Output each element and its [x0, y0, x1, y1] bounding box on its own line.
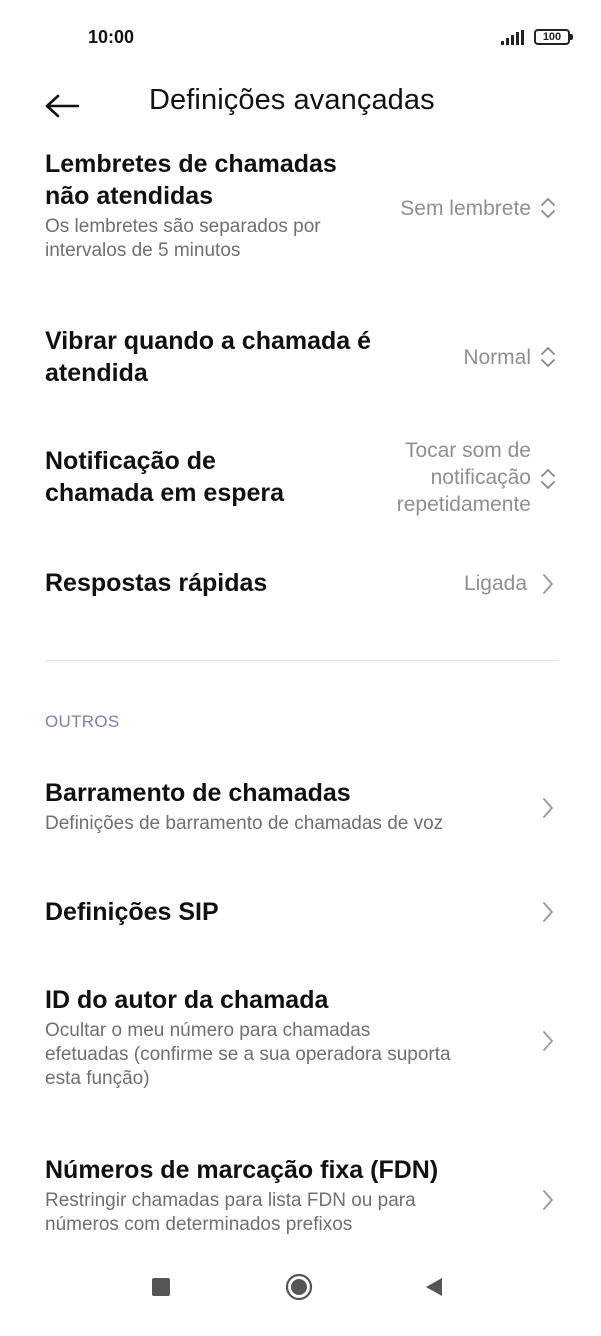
- chevron-right-icon: [543, 798, 553, 818]
- setting-title: Barramento de chamadas: [45, 779, 351, 807]
- quick-responses-setting[interactable]: Respostas rápidas Ligada: [0, 565, 601, 605]
- setting-title-line2: atendida: [45, 359, 148, 387]
- setting-subtitle-line2: efetuadas (confirme se a sua operadora s…: [45, 1044, 451, 1065]
- setting-subtitle: Definições de barramento de chamadas de …: [45, 813, 444, 834]
- setting-value-line3: repetidamente: [396, 493, 531, 516]
- setting-subtitle-line3: esta função): [45, 1068, 150, 1089]
- setting-title: Respostas rápidas: [45, 569, 268, 597]
- section-divider: [45, 660, 557, 661]
- square-recents-icon: [152, 1278, 170, 1296]
- status-bar: 10:00 100: [0, 0, 601, 76]
- setting-subtitle-line2: intervalos de 5 minutos: [45, 240, 241, 261]
- setting-subtitle-line1: Ocultar o meu número para chamadas: [45, 1020, 371, 1041]
- page-title: Definições avançadas: [149, 84, 435, 116]
- caller-id-setting[interactable]: ID do autor da chamada Ocultar o meu núm…: [0, 984, 601, 1100]
- setting-title-line2: não atendidas: [45, 182, 214, 210]
- setting-text: Vibrar quando a chamada é atendida: [45, 325, 371, 389]
- home-button[interactable]: [285, 1273, 313, 1306]
- setting-title: Definições SIP: [45, 898, 219, 926]
- circle-home-icon: [285, 1273, 313, 1301]
- up-down-chevron-icon: [541, 469, 555, 489]
- chevron-right-icon: [543, 902, 553, 922]
- status-time: 10:00: [88, 27, 135, 47]
- back-button[interactable]: [40, 84, 84, 128]
- setting-text: Notificação de chamada em espera: [45, 445, 284, 509]
- setting-subtitle-line2: números com determinados prefixos: [45, 1214, 353, 1235]
- signal-icon: [501, 30, 524, 45]
- setting-text: Números de marcação fixa (FDN) Restringi…: [45, 1154, 438, 1237]
- setting-value: Tocar som de notificação repetidamente: [397, 437, 531, 518]
- vibrate-on-answer-setting[interactable]: Vibrar quando a chamada é atendida Norma…: [0, 325, 601, 395]
- setting-title: ID do autor da chamada: [45, 986, 329, 1014]
- setting-text: Barramento de chamadas Definições de bar…: [45, 777, 443, 836]
- chevron-right-icon: [543, 1031, 553, 1051]
- setting-title-line1: Vibrar quando a chamada é: [45, 327, 372, 355]
- section-header-others: OUTROS: [45, 712, 120, 731]
- setting-value-line1: Tocar som de: [404, 439, 531, 462]
- setting-value-line2: notificação: [430, 466, 531, 489]
- recents-button[interactable]: [150, 1276, 172, 1303]
- chevron-right-icon: [543, 1190, 553, 1210]
- chevron-right-icon: [543, 574, 553, 594]
- setting-value: Sem lembrete: [400, 197, 531, 220]
- missed-call-reminders-setting[interactable]: Lembretes de chamadas não atendidas Os l…: [0, 148, 601, 278]
- navigation-bar: [0, 1266, 601, 1316]
- setting-value: Normal: [463, 346, 531, 369]
- up-down-chevron-icon: [541, 198, 555, 218]
- battery-level: 100: [542, 31, 562, 43]
- setting-text: ID do autor da chamada Ocultar o meu núm…: [45, 984, 451, 1091]
- call-waiting-notification-setting[interactable]: Notificação de chamada em espera Tocar s…: [0, 436, 601, 524]
- title-bar: Definições avançadas: [0, 76, 601, 136]
- setting-text: Respostas rápidas: [45, 567, 267, 599]
- setting-title-line1: Lembretes de chamadas: [45, 150, 337, 178]
- fixed-dialing-numbers-setting[interactable]: Números de marcação fixa (FDN) Restringi…: [0, 1154, 601, 1246]
- setting-title: Números de marcação fixa (FDN): [45, 1156, 439, 1184]
- setting-subtitle-line1: Os lembretes são separados por: [45, 216, 321, 237]
- call-barring-setting[interactable]: Barramento de chamadas Definições de bar…: [0, 777, 601, 843]
- setting-subtitle-line1: Restringir chamadas para lista FDN ou pa…: [45, 1190, 416, 1211]
- nav-back-button[interactable]: [423, 1276, 445, 1303]
- battery-icon: 100: [534, 29, 573, 45]
- setting-title-line1: Notificação de: [45, 447, 216, 475]
- setting-text: Lembretes de chamadas não atendidas Os l…: [45, 148, 337, 263]
- setting-text: Definições SIP: [45, 896, 219, 928]
- setting-title-line2: chamada em espera: [45, 479, 285, 507]
- setting-value: Ligada: [463, 572, 527, 595]
- triangle-back-icon: [426, 1278, 442, 1296]
- sip-settings[interactable]: Definições SIP: [0, 894, 601, 934]
- up-down-chevron-icon: [541, 347, 555, 367]
- back-arrow-icon: [45, 94, 79, 118]
